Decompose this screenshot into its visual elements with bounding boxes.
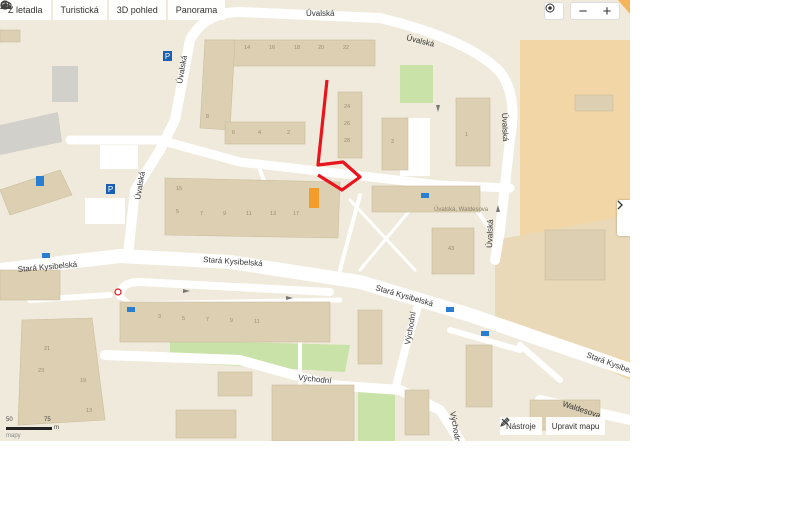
svg-text:13: 13 xyxy=(86,408,92,414)
bus-stop-icon xyxy=(36,176,44,186)
svg-text:21: 21 xyxy=(44,346,50,352)
svg-text:7: 7 xyxy=(200,211,203,217)
scale-unit: m xyxy=(54,425,59,431)
scale-right-value: 75 xyxy=(44,417,51,423)
gray-area xyxy=(52,66,78,102)
svg-text:11: 11 xyxy=(246,211,252,217)
svg-text:5: 5 xyxy=(182,316,185,322)
svg-text:P: P xyxy=(108,185,113,194)
svg-text:24: 24 xyxy=(344,104,350,110)
edit-map-button[interactable]: Upravit mapu xyxy=(500,417,606,435)
target-icon xyxy=(545,3,555,13)
parking-icon: P xyxy=(106,184,115,194)
parking-icon: P xyxy=(163,51,172,61)
svg-text:4: 4 xyxy=(258,130,261,136)
street-label-uvalska: Úvalská xyxy=(133,170,147,200)
zoom-in-button[interactable]: + xyxy=(595,3,619,20)
bottom-toolbar: Nástroje Upravit mapu xyxy=(500,417,606,435)
svg-text:1: 1 xyxy=(465,132,468,138)
svg-text:43: 43 xyxy=(448,246,454,252)
edit-map-label: Upravit mapu xyxy=(551,421,600,431)
svg-text:3: 3 xyxy=(391,139,394,145)
map-toolbar: Z letadla Turistická 3D pohled Panorama xyxy=(0,0,226,20)
svg-text:23: 23 xyxy=(38,368,44,374)
svg-text:9: 9 xyxy=(223,211,226,217)
tourist-map-button[interactable]: Turistická xyxy=(0,0,107,20)
street-label-uvalska: Úvalská xyxy=(500,113,510,142)
scale-left-value: 50 xyxy=(6,417,13,423)
zoom-controls: − + xyxy=(570,2,620,20)
map-canvas[interactable]: P P Úvalská Úvalská Úvalská Úvalská Úval… xyxy=(0,0,630,441)
svg-text:8: 8 xyxy=(206,114,209,120)
scale-bar: 50 75 m mapy xyxy=(4,414,64,439)
svg-text:18: 18 xyxy=(294,45,300,51)
route-start-marker xyxy=(114,288,122,296)
panorama-button[interactable]: Panorama xyxy=(0,0,226,20)
map-brand: mapy xyxy=(6,433,21,439)
svg-text:5: 5 xyxy=(176,209,179,215)
eye-icon xyxy=(0,1,12,9)
svg-text:13: 13 xyxy=(270,211,276,217)
svg-text:20: 20 xyxy=(318,45,324,51)
svg-text:19: 19 xyxy=(80,378,86,384)
street-label-vychodni: Východní xyxy=(298,373,333,386)
svg-text:7: 7 xyxy=(206,317,209,323)
svg-text:2: 2 xyxy=(287,130,290,136)
pencil-icon xyxy=(500,417,510,427)
svg-text:6: 6 xyxy=(232,130,235,136)
panorama-label: Panorama xyxy=(175,5,218,15)
tools-label: Nástroje xyxy=(506,421,536,431)
locate-button[interactable] xyxy=(544,2,564,20)
map-graphics: P P Úvalská Úvalská Úvalská Úvalská Úval… xyxy=(0,0,630,441)
street-label-uvalska: Úvalská xyxy=(306,9,335,18)
svg-text:15: 15 xyxy=(176,186,182,192)
svg-text:28: 28 xyxy=(344,138,350,144)
svg-text:3: 3 xyxy=(158,314,161,320)
svg-text:22: 22 xyxy=(343,45,349,51)
svg-text:14: 14 xyxy=(244,45,250,51)
school-label: Úvalská, Waldesova xyxy=(434,206,489,213)
school-icon xyxy=(309,188,319,208)
expand-panel-button[interactable] xyxy=(617,200,630,236)
zoom-out-button[interactable]: − xyxy=(571,3,595,20)
gray-area xyxy=(0,112,62,155)
svg-text:16: 16 xyxy=(269,45,275,51)
scale-bar-line xyxy=(6,427,52,430)
svg-text:11: 11 xyxy=(254,319,260,325)
view-3d-button[interactable]: 3D pohled xyxy=(0,0,166,20)
grass-area xyxy=(400,65,433,103)
street-label-uvalska: Úvalská xyxy=(485,219,495,248)
svg-text:17: 17 xyxy=(293,211,299,217)
from-plane-label: Z letadla xyxy=(8,5,43,15)
svg-text:9: 9 xyxy=(230,318,233,324)
view-3d-label: 3D pohled xyxy=(116,5,158,15)
svg-text:P: P xyxy=(165,52,170,61)
chevron-right-icon xyxy=(617,200,623,210)
tourist-label: Turistická xyxy=(60,5,99,15)
svg-text:26: 26 xyxy=(344,121,350,127)
